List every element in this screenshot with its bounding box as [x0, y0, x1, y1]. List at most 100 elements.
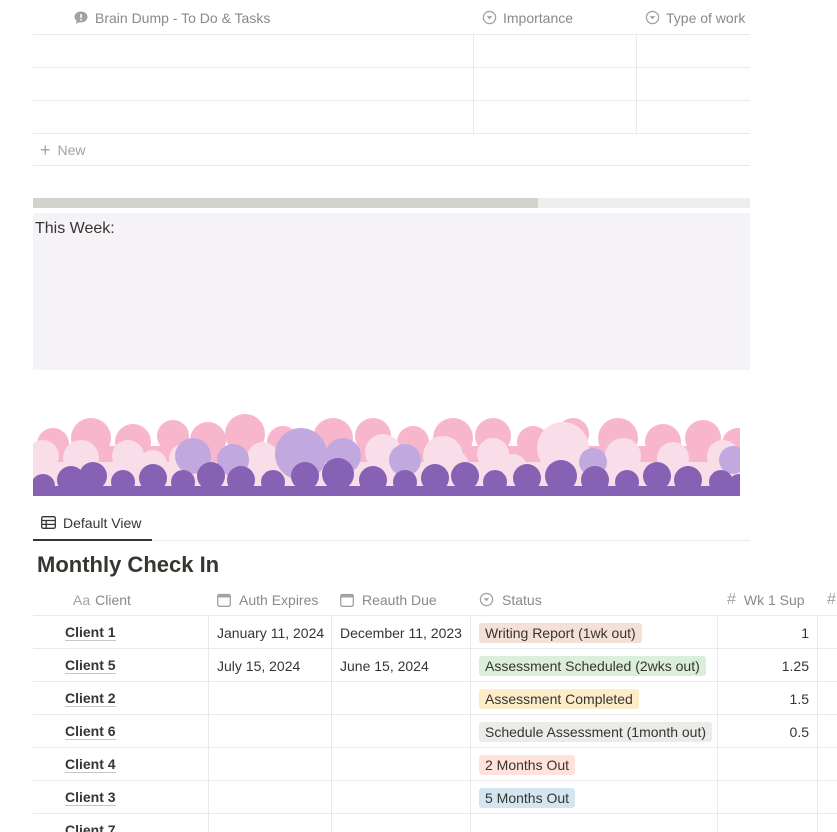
table-row[interactable]: Client 4 2 Months Out: [33, 748, 837, 781]
client-cell[interactable]: Client 5: [65, 649, 116, 682]
column-label: Reauth Due: [362, 591, 437, 608]
column-divider: [208, 649, 209, 681]
callout-block[interactable]: This Week:: [33, 213, 750, 370]
column-divider: [817, 781, 818, 813]
column-header-client[interactable]: Aa Client: [73, 583, 131, 616]
client-name-link[interactable]: Client 2: [65, 690, 116, 707]
client-name-link[interactable]: Client 1: [65, 624, 116, 641]
column-divider: [817, 682, 818, 714]
column-divider: [331, 616, 332, 648]
status-badge: Writing Report (1wk out): [479, 622, 642, 643]
wk1-sup-cell[interactable]: 0.5: [717, 715, 809, 748]
column-divider: [636, 68, 637, 100]
table-row[interactable]: Client 5 July 15, 2024 June 15, 2024 Assess…: [33, 649, 837, 682]
status-cell[interactable]: Writing Report (1wk out): [479, 616, 642, 649]
column-divider: [470, 715, 471, 747]
auth-expires-cell[interactable]: July 15, 2024: [217, 649, 300, 682]
column-divider: [331, 814, 332, 832]
column-header-wk1-sup[interactable]: # Wk 1 Sup: [727, 583, 805, 616]
select-icon: [482, 10, 497, 25]
client-name-link[interactable]: Client 6: [65, 723, 116, 740]
column-divider: [473, 68, 474, 100]
client-cell[interactable]: Client 2: [65, 682, 116, 715]
column-divider: [473, 101, 474, 133]
table-row[interactable]: [33, 68, 750, 101]
calendar-icon: [217, 593, 231, 607]
column-header-reauth-due[interactable]: Reauth Due: [340, 583, 437, 616]
scrollbar-thumb[interactable]: [33, 198, 538, 208]
table-row[interactable]: Client 1 January 11, 2024 December 11, 202…: [33, 616, 837, 649]
status-badge: Assessment Completed: [479, 688, 639, 709]
table-row[interactable]: [33, 101, 750, 134]
column-label: Client: [95, 591, 131, 608]
status-cell[interactable]: 2 Months Out: [479, 748, 576, 781]
wk1-sup-cell[interactable]: 1.25: [717, 649, 809, 682]
client-cell[interactable]: Client 6: [65, 715, 116, 748]
database-title[interactable]: Monthly Check In: [37, 552, 219, 578]
brain-dump-table: Brain Dump - To Do & Tasks Importance Ty…: [33, 0, 750, 166]
status-cell[interactable]: Assessment Completed: [479, 682, 639, 715]
callout-text[interactable]: This Week:: [35, 220, 115, 238]
reauth-due-cell[interactable]: June 15, 2024: [340, 649, 429, 682]
client-name-link[interactable]: Client 5: [65, 657, 116, 674]
column-divider: [817, 748, 818, 780]
column-divider: [331, 748, 332, 780]
client-name-link[interactable]: Client 3: [65, 789, 116, 806]
column-header-brain-dump[interactable]: Brain Dump - To Do & Tasks: [73, 0, 270, 35]
monthly-check-in-table: Aa Client Auth Expires Reauth Due Status…: [33, 583, 837, 832]
column-header-importance[interactable]: Importance: [482, 0, 573, 35]
column-header-status[interactable]: Status: [479, 583, 542, 616]
table-row[interactable]: [33, 35, 750, 68]
table-row[interactable]: Client 3 5 Months Out: [33, 781, 837, 814]
column-divider: [470, 616, 471, 648]
column-divider: [208, 715, 209, 747]
client-cell[interactable]: Client 4: [65, 748, 116, 781]
column-divider: [473, 35, 474, 67]
wk1-sup-cell[interactable]: [717, 814, 809, 832]
table-row[interactable]: Client 2 Assessment Completed 1.5: [33, 682, 837, 715]
wk1-sup-cell[interactable]: [717, 781, 809, 814]
tab-default-view[interactable]: Default View: [33, 506, 152, 541]
reauth-due-cell[interactable]: December 11, 2023: [340, 616, 462, 649]
client-cell[interactable]: Client 7: [65, 814, 116, 832]
column-label: Status: [502, 591, 542, 608]
title-icon: Aa: [73, 591, 91, 608]
brain-dump-header: Brain Dump - To Do & Tasks Importance Ty…: [33, 0, 750, 35]
column-label: Wk 1 Sup: [743, 591, 805, 608]
table-body: Client 1 January 11, 2024 December 11, 202…: [33, 616, 837, 832]
column-divider: [817, 616, 818, 648]
select-icon: [645, 10, 660, 25]
client-cell[interactable]: Client 3: [65, 781, 116, 814]
column-label: Brain Dump - To Do & Tasks: [95, 9, 271, 26]
column-header-type-of-work[interactable]: Type of work: [645, 0, 745, 35]
column-divider: [208, 682, 209, 714]
column-divider: [470, 814, 471, 832]
clouds-illustration: [33, 412, 740, 496]
hash-icon: #: [727, 590, 736, 608]
status-cell[interactable]: 5 Months Out: [479, 781, 576, 814]
new-row-button[interactable]: + New: [33, 134, 750, 166]
plus-icon: +: [40, 139, 51, 160]
table-row[interactable]: Client 6 Schedule Assessment (1month out)…: [33, 715, 837, 748]
client-name-link[interactable]: Client 4: [65, 756, 116, 773]
column-divider: [817, 814, 818, 832]
table-row[interactable]: Client 7: [33, 814, 837, 832]
column-header-auth-expires[interactable]: Auth Expires: [217, 583, 318, 616]
column-divider: [817, 715, 818, 747]
wk1-sup-cell[interactable]: 1.5: [717, 682, 809, 715]
auth-expires-cell[interactable]: January 11, 2024: [217, 616, 324, 649]
wk1-sup-cell[interactable]: 1: [717, 616, 809, 649]
client-cell[interactable]: Client 1: [65, 616, 116, 649]
column-divider: [208, 781, 209, 813]
status-badge: Schedule Assessment (1month out): [479, 721, 713, 742]
status-badge: Assessment Scheduled (2wks out): [479, 655, 706, 676]
wk1-sup-cell[interactable]: [717, 748, 809, 781]
new-row-label: New: [57, 141, 86, 158]
status-cell[interactable]: Assessment Scheduled (2wks out): [479, 649, 706, 682]
status-cell[interactable]: Schedule Assessment (1month out): [479, 715, 713, 748]
horizontal-scrollbar[interactable]: [33, 198, 750, 208]
status-badge: 5 Months Out: [479, 787, 576, 808]
client-name-link[interactable]: Client 7: [65, 822, 116, 832]
column-divider: [331, 781, 332, 813]
column-header-next-number[interactable]: #: [827, 583, 836, 616]
